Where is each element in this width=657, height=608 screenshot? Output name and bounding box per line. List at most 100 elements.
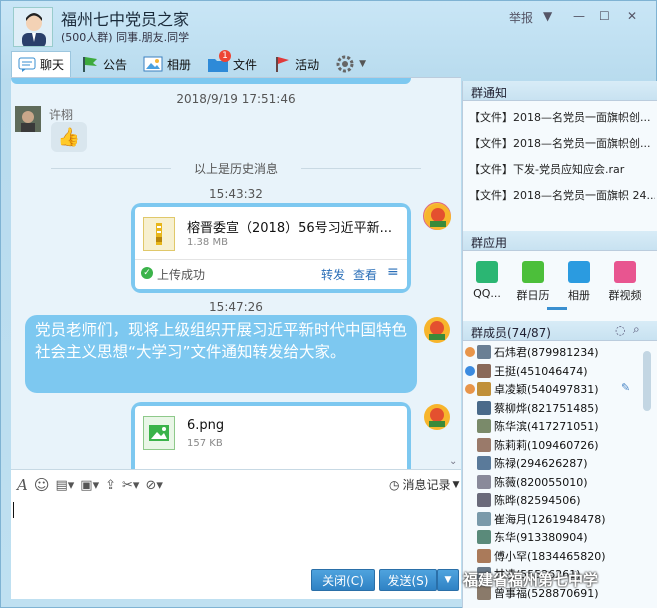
notice-item[interactable]: 【文件】2018—名党员一面旗帜 24... (469, 187, 655, 203)
scroll-down-icon[interactable]: ⌄ (449, 456, 457, 467)
tab-file[interactable]: 1 文件 (201, 50, 263, 76)
search-icon[interactable]: ⌕ (633, 322, 640, 337)
member-row[interactable]: 陈禄(294626287) (465, 454, 640, 472)
group-avatar[interactable] (13, 7, 53, 47)
forward-link[interactable]: 转发 (321, 266, 345, 283)
image-icon (143, 56, 163, 72)
file-card[interactable]: 榕晋委宣（2018）56号习近平新... 1.38 MB ✓ 上传成功 转发 查… (135, 207, 407, 289)
image-icon[interactable]: ▣▾ (80, 478, 99, 493)
scissors-icon[interactable]: ✂▾ (122, 478, 139, 493)
upload-icon[interactable]: ⇪ (105, 478, 116, 493)
report-button[interactable]: 举报 (509, 9, 533, 26)
tab-album[interactable]: 相册 (137, 52, 197, 76)
close-icon[interactable]: ✕ (627, 9, 637, 23)
member-name: 傅小罕(1834465820) (494, 549, 606, 563)
tab-chat[interactable]: 聊天 (11, 51, 72, 77)
app-label: 群日历 (516, 289, 550, 302)
app-label: 相册 (568, 289, 590, 302)
maximize-icon[interactable]: ☐ (599, 9, 610, 23)
file-badge: 1 (219, 50, 232, 62)
chat-bubble-icon[interactable]: ◌ (615, 323, 625, 337)
member-row[interactable]: 崔海月(1261948478) (465, 510, 640, 528)
member-row[interactable]: 东华(913380904) (465, 528, 640, 546)
admin-badge-icon (465, 384, 475, 394)
phone-icon (476, 261, 498, 283)
tab-activity-label: 活动 (295, 57, 320, 72)
sender-avatar[interactable] (15, 106, 41, 132)
member-avatar (477, 493, 491, 507)
member-row[interactable]: 傅小罕(1834465820) (465, 547, 640, 565)
file-name: 榕晋委宣（2018）56号习近平新... (187, 221, 393, 236)
upload-status: 上传成功 (157, 268, 206, 282)
album-icon (568, 261, 590, 283)
my-avatar[interactable] (423, 202, 451, 230)
member-name: 蔡柳烨(821751485) (494, 401, 599, 415)
settings-button[interactable]: ▼ (329, 52, 372, 76)
notice-item[interactable]: 【文件】下发-党员应知应会.rar (469, 161, 655, 177)
menu-icon[interactable]: ≡ (387, 264, 399, 280)
app-video[interactable]: 群视频 (605, 261, 645, 303)
app-label: 群视频 (608, 289, 642, 302)
tab-activity[interactable]: 活动 (267, 52, 325, 76)
tab-notice[interactable]: 公告 (75, 52, 133, 76)
scrollbar[interactable] (643, 351, 651, 411)
zip-icon (143, 217, 175, 251)
member-row[interactable]: 石炜君(879981234) (465, 343, 640, 361)
close-button[interactable]: 关闭(C) (311, 569, 375, 591)
emoji-icon[interactable]: ☺ (34, 476, 50, 494)
member-avatar (477, 363, 491, 378)
block-icon[interactable]: ⊘▾ (145, 478, 162, 493)
member-avatar (477, 456, 491, 470)
send-options-button[interactable]: ▼ (437, 569, 459, 591)
members-header: 群成员(74/87) ◌ ⌕ (463, 321, 657, 341)
member-row[interactable]: 王挺(451046474) (465, 362, 640, 380)
member-name: 陈华滨(417271051) (494, 420, 599, 433)
member-row[interactable]: 陈薇(820055010) (465, 473, 640, 491)
tab-file-label: 文件 (233, 57, 258, 72)
page-indicator (547, 307, 567, 310)
edit-icon[interactable]: ✎ (621, 381, 630, 394)
member-row[interactable]: 陈华滨(417271051) (465, 417, 640, 435)
send-button[interactable]: 发送(S) (379, 569, 437, 591)
member-avatar (477, 345, 491, 359)
app-album[interactable]: 相册 (559, 261, 599, 303)
history-button[interactable]: ◷ 消息记录 ▼ (389, 476, 459, 493)
member-row[interactable]: 陈莉莉(109460726) (465, 436, 640, 454)
chevron-down-icon: ▼ (359, 59, 366, 69)
member-name: 王挺(451046474) (494, 364, 588, 378)
tab-album-label: 相册 (167, 57, 192, 72)
chat-area[interactable]: 2018/9/19 17:51:46 许栩 👍 以上是历史消息 15:43:32… (11, 77, 461, 469)
view-link[interactable]: 查看 (353, 266, 377, 283)
my-avatar[interactable] (423, 403, 451, 431)
app-calendar[interactable]: 群日历 (513, 261, 553, 303)
gif-icon[interactable]: ▤▾ (55, 478, 74, 493)
success-icon: ✓ (141, 267, 153, 279)
file-name: 6.png (187, 418, 225, 433)
notice-item[interactable]: 【文件】2018—名党员一面旗帜创... (469, 135, 655, 151)
member-row[interactable]: 陈晔(82594506) (465, 491, 640, 509)
app-qq[interactable]: QQ... (467, 261, 507, 300)
member-row[interactable]: 卓凌颖(540497831) (465, 380, 640, 398)
member-name: 卓凌颖(540497831) (494, 383, 599, 396)
my-avatar[interactable] (423, 316, 451, 344)
dropdown-icon[interactable]: ▼ (543, 9, 552, 23)
sender-name: 许栩 (49, 108, 74, 122)
flag-icon (83, 57, 98, 72)
apps-header: 群应用 (463, 231, 657, 251)
divider (135, 259, 407, 260)
chat-icon (18, 57, 36, 72)
file-card[interactable]: 6.png 157 KB (135, 406, 407, 469)
notice-item[interactable]: 【文件】2018—名党员一面旗帜创... (469, 109, 655, 125)
member-row[interactable]: 蔡柳烨(821751485) (465, 399, 640, 417)
message-input-area[interactable]: A ☺ ▤▾ ▣▾ ⇪ ✂▾ ⊘▾ ◷ 消息记录 ▼ 关闭(C) 发送(S) ▼ (11, 469, 461, 599)
member-avatar (477, 419, 491, 433)
right-sidebar: 群通知 【文件】2018—名党员一面旗帜创... 【文件】2018—名党员一面旗… (462, 81, 657, 608)
minimize-icon[interactable]: — (573, 9, 585, 23)
video-icon (614, 261, 636, 283)
history-label: 消息记录 (402, 478, 451, 492)
previous-bubble (11, 78, 411, 84)
member-avatar (477, 437, 491, 452)
font-icon[interactable]: A (17, 476, 28, 494)
member-avatar (477, 400, 491, 415)
member-name: 崔海月(1261948478) (494, 512, 606, 526)
